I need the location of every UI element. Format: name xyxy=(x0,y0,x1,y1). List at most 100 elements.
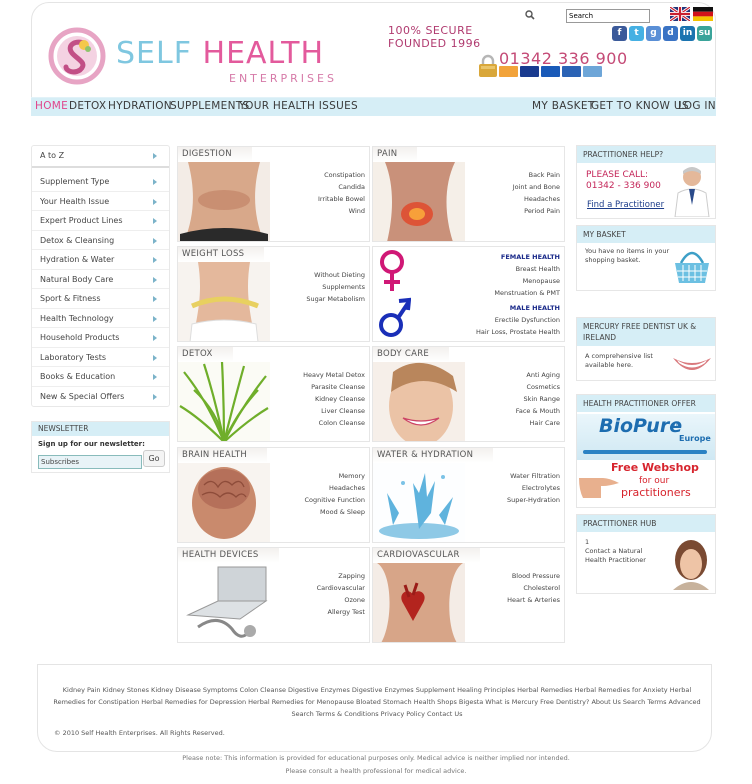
search-input[interactable]: Search xyxy=(566,9,650,23)
newsletter-go-button[interactable]: Go xyxy=(143,450,165,467)
nav-supplements[interactable]: SUPPLEMENTS xyxy=(170,100,249,112)
tile-body-care[interactable]: BODY CARE Anti Aging Cosmetics Skin Rang… xyxy=(372,346,565,442)
mercury-dentist-text[interactable]: A comprehensive list available here. xyxy=(585,352,667,370)
link-anti-aging[interactable]: Anti Aging xyxy=(516,369,560,381)
brand-name[interactable]: SELF HEALTH xyxy=(116,37,324,71)
link-joint-and-bone[interactable]: Joint and Bone xyxy=(513,181,560,193)
tile-brain-health[interactable]: BRAIN HEALTH Memory Headaches Cognitive … xyxy=(177,447,370,543)
link-male-health[interactable]: MALE HEALTH xyxy=(476,302,560,314)
link-cosmetics[interactable]: Cosmetics xyxy=(516,381,560,393)
practitioner-hub-box[interactable]: PRACTITIONER HUB 1 Contact a Natural Hea… xyxy=(576,514,716,594)
link-headaches[interactable]: Headaches xyxy=(305,482,365,494)
link-breast-health[interactable]: Breast Health xyxy=(476,263,560,275)
link-menstruation-pmt[interactable]: Menstruation & PMT xyxy=(476,287,560,299)
find-practitioner-link[interactable]: Find a Practitioner xyxy=(587,201,664,210)
tile-pain[interactable]: PAIN Back Pain Joint and Bone Headaches … xyxy=(372,146,565,242)
link-ozone[interactable]: Ozone xyxy=(317,594,365,606)
linkedin-icon[interactable]: in xyxy=(680,26,695,41)
link-cardiovascular[interactable]: Cardiovascular xyxy=(317,582,365,594)
link-heart-arteries[interactable]: Heart & Arteries xyxy=(507,594,560,606)
link-supplements[interactable]: Supplements xyxy=(306,281,365,293)
biopure-banner[interactable]: BioPure TM Europe xyxy=(577,414,715,460)
sidebar-item-hydration-water[interactable]: Hydration & Water xyxy=(32,250,169,270)
link-allergy-test[interactable]: Allergy Test xyxy=(317,606,365,618)
tile-water-hydration[interactable]: WATER & HYDRATION Water Filtration Elect… xyxy=(372,447,565,543)
link-electrolytes[interactable]: Electrolytes xyxy=(507,482,560,494)
link-skin-range[interactable]: Skin Range xyxy=(516,393,560,405)
tile-weight-loss[interactable]: WEIGHT LOSS Without Dieting Supplements … xyxy=(177,246,370,342)
link-super-hydration[interactable]: Super-Hydration xyxy=(507,494,560,506)
link-headaches[interactable]: Headaches xyxy=(513,193,560,205)
link-without-dieting[interactable]: Without Dieting xyxy=(306,269,365,281)
hub-contact-text[interactable]: Contact a Natural Health Practitioner xyxy=(585,547,661,565)
delicious-icon[interactable]: d xyxy=(663,26,678,41)
link-irritable-bowel[interactable]: Irritable Bowel xyxy=(318,193,365,205)
tile-health-devices[interactable]: HEALTH DEVICES Zapping Cardiovascular Oz… xyxy=(177,547,370,643)
link-hair-loss-prostate[interactable]: Hair Loss, Prostate Health xyxy=(476,326,560,338)
link-water-filtration[interactable]: Water Filtration xyxy=(507,470,560,482)
link-erectile-dysfunction[interactable]: Erectile Dysfunction xyxy=(476,314,560,326)
newsletter-email-input[interactable]: Subscribes xyxy=(38,455,142,469)
stumbleupon-icon[interactable]: su xyxy=(697,26,712,41)
nav-your-health-issues[interactable]: YOUR HEALTH ISSUES xyxy=(239,100,358,112)
link-sugar-metabolism[interactable]: Sugar Metabolism xyxy=(306,293,365,305)
link-wind[interactable]: Wind xyxy=(318,205,365,217)
sidebar-item-laboratory-tests[interactable]: Laboratory Tests xyxy=(32,348,169,367)
nav-get-to-know-us[interactable]: GET TO KNOW US xyxy=(591,100,689,112)
free-webshop-banner[interactable]: Free Webshop for our practitioners xyxy=(577,462,715,508)
link-period-pain[interactable]: Period Pain xyxy=(513,205,560,217)
link-menopause[interactable]: Menopause xyxy=(476,275,560,287)
tile-detox[interactable]: DETOX Heavy Metal Detox Parasite Cleanse… xyxy=(177,346,370,442)
nav-home[interactable]: HOME xyxy=(35,100,68,112)
sidebar-item-sport-fitness[interactable]: Sport & Fitness xyxy=(32,289,169,309)
link-parasite-cleanse[interactable]: Parasite Cleanse xyxy=(303,381,365,393)
link-mood-sleep[interactable]: Mood & Sleep xyxy=(305,506,365,518)
basket-icon[interactable] xyxy=(673,249,711,285)
sidebar-item-expert-product-lines[interactable]: Expert Product Lines xyxy=(32,211,169,231)
sidebar-item-new-special-offers[interactable]: New & Special Offers xyxy=(32,387,169,407)
sidebar-item-books-education[interactable]: Books & Education xyxy=(32,367,169,387)
link-female-health[interactable]: FEMALE HEALTH xyxy=(476,251,560,263)
practitioner-phone[interactable]: 01342 - 336 900 xyxy=(586,181,661,192)
tile-gender-health[interactable]: FEMALE HEALTH Breast Health Menopause Me… xyxy=(372,246,565,342)
link-constipation[interactable]: Constipation xyxy=(318,169,365,181)
logo-icon[interactable] xyxy=(48,27,106,85)
link-cognitive-function[interactable]: Cognitive Function xyxy=(305,494,365,506)
sidebar-item-a-to-z[interactable]: A to Z xyxy=(32,146,169,168)
link-back-pain[interactable]: Back Pain xyxy=(513,169,560,181)
sidebar-item-household-products[interactable]: Household Products xyxy=(32,328,169,348)
sidebar-item-detox-cleansing[interactable]: Detox & Cleansing xyxy=(32,231,169,250)
link-memory[interactable]: Memory xyxy=(305,470,365,482)
sidebar-item-your-health-issue[interactable]: Your Health Issue xyxy=(32,192,169,211)
sidebar-item-natural-body-care[interactable]: Natural Body Care xyxy=(32,270,169,289)
nav-log-in[interactable]: LOG IN xyxy=(678,100,716,112)
link-zapping[interactable]: Zapping xyxy=(317,570,365,582)
basket-box[interactable]: MY BASKET You have no items in your shop… xyxy=(576,225,716,291)
practitioner-offer-box[interactable]: HEALTH PRACTITIONER OFFER BioPure TM Eur… xyxy=(576,394,716,508)
search-icon[interactable] xyxy=(525,10,535,20)
link-face-mouth[interactable]: Face & Mouth xyxy=(516,405,560,417)
tile-cardiovascular[interactable]: CARDIOVASCULAR Blood Pressure Cholestero… xyxy=(372,547,565,643)
flag-de-icon[interactable] xyxy=(693,7,713,21)
link-candida[interactable]: Candida xyxy=(318,181,365,193)
mercury-dentist-box[interactable]: MERCURY FREE DENTIST UK & IRELAND A comp… xyxy=(576,317,716,381)
google-icon[interactable]: g xyxy=(646,26,661,41)
sidebar-item-supplement-type[interactable]: Supplement Type xyxy=(32,172,169,192)
link-cholesterol[interactable]: Cholesterol xyxy=(507,582,560,594)
nav-my-basket[interactable]: MY BASKET xyxy=(532,100,595,112)
footer-links[interactable]: Kidney Pain Kidney Stones Kidney Disease… xyxy=(52,684,702,720)
link-kidney-cleanse[interactable]: Kidney Cleanse xyxy=(303,393,365,405)
facebook-icon[interactable]: f xyxy=(612,26,627,41)
link-blood-pressure[interactable]: Blood Pressure xyxy=(507,570,560,582)
sidebar-item-health-technology[interactable]: Health Technology xyxy=(32,309,169,328)
link-heavy-metal-detox[interactable]: Heavy Metal Detox xyxy=(303,369,365,381)
link-colon-cleanse[interactable]: Colon Cleanse xyxy=(303,417,365,429)
tile-digestion[interactable]: DIGESTION Constipation Candida Irritable… xyxy=(177,146,370,242)
flag-uk-icon[interactable] xyxy=(670,7,690,21)
practitioner-help-box[interactable]: PRACTITIONER HELP? PLEASE CALL: 01342 - … xyxy=(576,145,716,219)
nav-detox[interactable]: DETOX xyxy=(69,100,106,112)
link-hair-care[interactable]: Hair Care xyxy=(516,417,560,429)
nav-hydration[interactable]: HYDRATION xyxy=(108,100,172,112)
twitter-icon[interactable]: t xyxy=(629,26,644,41)
link-liver-cleanse[interactable]: Liver Cleanse xyxy=(303,405,365,417)
